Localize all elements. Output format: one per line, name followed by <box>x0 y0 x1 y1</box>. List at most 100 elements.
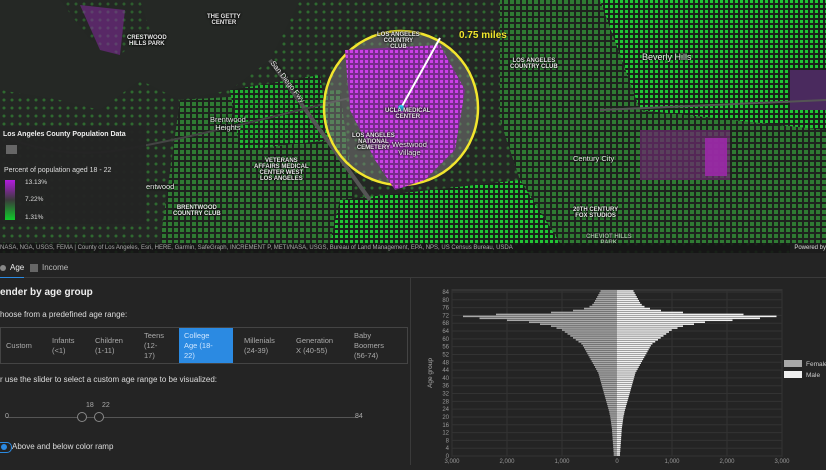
chart-bar-female <box>596 298 617 300</box>
range-infants[interactable]: Infants (<1) <box>47 328 90 363</box>
chart-bar-male <box>617 325 683 327</box>
chart-bar-female <box>564 331 617 333</box>
map-label-westwood: Westwood Village <box>392 140 427 157</box>
chart-bar-male <box>617 319 733 322</box>
legend-max: 13.13% <box>25 179 48 186</box>
chart-bar-male <box>617 360 643 363</box>
chart-bar-male <box>617 413 625 415</box>
chart-bar-male <box>617 366 639 368</box>
tab-bar: Age Income <box>0 254 826 279</box>
chart-bar-female <box>573 309 617 312</box>
chart-bar-female <box>575 339 617 341</box>
chart-bar-male <box>617 331 669 333</box>
chart-bar-female <box>556 327 617 329</box>
chart-bar-male <box>617 372 636 374</box>
chart-bar-male <box>617 393 630 396</box>
range-college-age[interactable]: College Age (18- 22) <box>179 328 233 363</box>
map-view[interactable]: THE GETTY CENTER CRESTWOOD HILLS PARK LO… <box>0 0 826 253</box>
chart-bar-male <box>617 409 625 411</box>
chart-bar-female <box>605 397 617 400</box>
map-attribution: NASA, NGA, USGS, FEMA | County of Los An… <box>0 243 826 253</box>
color-ramp-toggle[interactable] <box>0 442 12 453</box>
map-label-brentwood-heights: Brentwood Heights <box>210 115 246 132</box>
chart-bar-male <box>617 333 667 335</box>
range-children[interactable]: Children (1-11) <box>90 328 139 363</box>
chart-bar-female <box>463 315 617 318</box>
chart-bar-female <box>611 424 617 427</box>
chart-y-tick: 8 <box>446 438 450 444</box>
slider-track[interactable] <box>6 417 358 418</box>
chart-bar-female <box>604 395 617 398</box>
chart-bar-female <box>599 376 617 378</box>
map-label-crestwood: CRESTWOOD HILLS PARK <box>127 35 167 47</box>
chart-bar-male <box>617 438 622 441</box>
chart-bar-female <box>608 407 617 409</box>
chart-bar-male <box>617 426 622 429</box>
range-generation-x[interactable]: Generation X (40-55) <box>291 328 349 363</box>
chart-bar-female <box>609 413 617 415</box>
chart-bar-male <box>617 440 621 443</box>
panel-title: ender by age group <box>0 287 93 298</box>
chart-x-tick: 1,000 <box>664 459 680 465</box>
chart-bar-female <box>597 370 617 372</box>
chart-bar-male <box>617 292 635 294</box>
chart-bar-female <box>606 401 617 404</box>
chart-bar-female <box>598 374 617 376</box>
chart-bar-male <box>617 305 645 308</box>
map-label-cemetery: LOS ANGELES NATIONAL CEMETERY <box>352 133 395 151</box>
chart-bar-male <box>617 395 629 398</box>
chart-bar-male <box>617 436 622 439</box>
chart-bar-male <box>617 417 624 419</box>
population-pyramid-chart: 8480767268646056524844403632282420161284… <box>427 289 826 465</box>
powered-by-link[interactable]: Powered by <box>790 243 826 253</box>
chart-bar-male <box>617 348 649 351</box>
chart-x-tick: 0 <box>615 459 619 465</box>
range-millenials[interactable]: Millenials (24-39) <box>239 328 291 363</box>
chart-bar-male <box>617 337 661 339</box>
chart-bar-female <box>593 301 617 304</box>
range-teens[interactable]: Teens (12- 17) <box>139 328 179 363</box>
chart-y-tick: 32 <box>442 392 449 398</box>
chart-y-tick: 44 <box>442 368 449 374</box>
chart-bar-female <box>592 303 617 306</box>
chart-y-tick: 80 <box>442 298 449 304</box>
slider-thumb-low[interactable] <box>77 412 88 422</box>
chart-bar-male <box>617 315 777 318</box>
chart-bar-male <box>617 370 637 372</box>
tab-age-label: Age <box>10 263 25 272</box>
chart-bar-male <box>617 411 625 413</box>
chart-bar-male <box>617 387 632 390</box>
map-label-brentwood-cc: BRENTWOOD COUNTRY CLUB <box>173 205 221 217</box>
chart-bar-male <box>617 356 645 359</box>
chart-y-tick: 60 <box>442 337 449 343</box>
map-label-fox-studios: 20TH CENTURY FOX STUDIOS <box>573 207 619 219</box>
chart-bar-male <box>617 391 630 394</box>
slider-label: r use the slider to select a custom age … <box>0 375 218 384</box>
chart-bar-male <box>617 368 638 370</box>
map-label-lacc-right: LOS ANGELES COUNTRY CLUB <box>510 58 558 70</box>
chart-y-tick: 24 <box>442 407 449 413</box>
chart-bar-female <box>591 360 617 363</box>
map-legend: Los Angeles County Population Data Perce… <box>0 126 146 224</box>
tab-income[interactable]: Income <box>30 258 68 277</box>
chart-bar-male <box>617 327 678 329</box>
chart-y-tick: 4 <box>446 446 450 452</box>
range-custom[interactable]: Custom <box>1 328 47 363</box>
age-range-slider[interactable] <box>6 412 358 424</box>
range-baby-boomers[interactable]: Baby Boomers (56-74) <box>349 328 407 363</box>
chart-bar-male <box>617 294 636 296</box>
chart-x-tick: 3,000 <box>444 459 460 465</box>
chart-bar-female <box>613 452 617 454</box>
chart-bar-female <box>507 319 617 322</box>
person-icon <box>0 264 6 271</box>
tab-age[interactable]: Age <box>0 258 25 279</box>
chart-bar-male <box>617 381 633 384</box>
chart-bar-female <box>597 296 617 298</box>
slider-thumb-high[interactable] <box>94 412 105 422</box>
chart-bar-female <box>589 305 617 308</box>
chart-y-tick: 36 <box>442 384 449 390</box>
chart-bar-male <box>617 401 628 404</box>
chart-bar-male <box>617 311 683 314</box>
legend-mid: 7.22% <box>25 196 44 203</box>
chart-bar-female <box>598 294 617 296</box>
